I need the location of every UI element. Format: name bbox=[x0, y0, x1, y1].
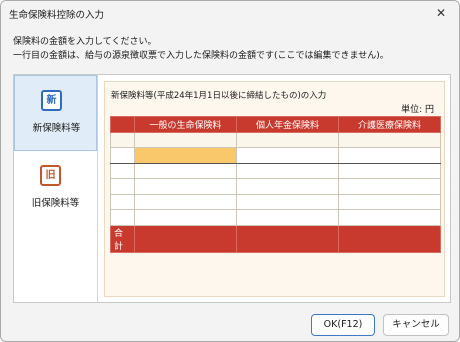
row-number-cell bbox=[110, 209, 135, 226]
table-cell[interactable] bbox=[236, 147, 339, 164]
input-panel: 新 新保険料等 旧 旧保険料等 新保険料等(平成24年1月1日以後に締結したもの… bbox=[13, 74, 451, 303]
row-number-cell bbox=[110, 147, 135, 164]
old-icon: 旧 bbox=[40, 165, 61, 186]
table-cell[interactable] bbox=[236, 178, 339, 195]
table-cell[interactable] bbox=[338, 209, 441, 226]
table-cell[interactable] bbox=[338, 162, 441, 179]
content-area: 新保険料等(平成24年1月1日以後に締結したもの)の入力 単位: 円 一般の生命… bbox=[104, 81, 445, 297]
row-number-cell bbox=[110, 162, 135, 179]
table-row[interactable] bbox=[110, 162, 441, 179]
table-row[interactable] bbox=[110, 209, 441, 226]
table-header-row: 一般の生命保険料 個人年金保険料 介護医療保険料 bbox=[110, 116, 441, 133]
table-cell bbox=[134, 131, 237, 148]
sidebar-item-old[interactable]: 旧 旧保険料等 bbox=[14, 151, 97, 227]
instructions: 保険料の金額を入力してください。 一行目の金額は、給与の源泉徴収票で入力した保険… bbox=[13, 35, 389, 63]
premium-table: 一般の生命保険料 個人年金保険料 介護医療保険料 合計 bbox=[110, 116, 441, 253]
table-header: 一般の生命保険料 bbox=[134, 116, 237, 133]
table-header: 個人年金保険料 bbox=[236, 116, 339, 133]
table-row[interactable] bbox=[110, 178, 441, 195]
instruction-line-1: 保険料の金額を入力してください。 bbox=[13, 37, 157, 47]
table-cell[interactable] bbox=[338, 178, 441, 195]
table-cell-active[interactable] bbox=[134, 147, 237, 164]
instruction-line-2: 一行目の金額は、給与の源泉徴収票で入力した保険料の金額です(ここでは編集できませ… bbox=[13, 51, 389, 61]
total-cell bbox=[338, 224, 441, 253]
unit-label: 単位: 円 bbox=[401, 105, 434, 115]
table-cell[interactable] bbox=[134, 209, 237, 226]
total-cell bbox=[236, 224, 339, 253]
table-cell bbox=[338, 131, 441, 148]
table-cell[interactable] bbox=[134, 178, 237, 195]
row-number-cell bbox=[110, 178, 135, 195]
table-cell[interactable] bbox=[338, 193, 441, 210]
table-cell[interactable] bbox=[236, 162, 339, 179]
table-header: 介護医療保険料 bbox=[338, 116, 441, 133]
row-number-cell bbox=[110, 193, 135, 210]
sidebar: 新 新保険料等 旧 旧保険料等 bbox=[14, 75, 98, 302]
ok-button[interactable]: OK(F12) bbox=[311, 314, 375, 336]
sidebar-item-label: 新保険料等 bbox=[32, 123, 81, 134]
table-cell[interactable] bbox=[134, 162, 237, 179]
table-cell[interactable] bbox=[236, 209, 339, 226]
total-row: 合計 bbox=[110, 224, 441, 253]
dialog-window: 生命保険料控除の入力 ✕ 保険料の金額を入力してください。 一行目の金額は、給与… bbox=[0, 0, 460, 342]
sidebar-item-new[interactable]: 新 新保険料等 bbox=[14, 75, 97, 151]
table-cell[interactable] bbox=[236, 193, 339, 210]
table-cell bbox=[236, 131, 339, 148]
row-number-cell bbox=[110, 131, 135, 148]
table-row[interactable] bbox=[110, 147, 441, 164]
content-title: 新保険料等(平成24年1月1日以後に締結したもの)の入力 bbox=[111, 91, 327, 101]
sidebar-item-label: 旧保険料等 bbox=[31, 198, 80, 209]
total-cell bbox=[134, 224, 237, 253]
title-bar: 生命保険料控除の入力 ✕ bbox=[1, 1, 459, 25]
table-header bbox=[110, 116, 135, 133]
close-icon[interactable]: ✕ bbox=[429, 4, 453, 22]
new-icon: 新 bbox=[41, 90, 62, 111]
table-row[interactable] bbox=[110, 193, 441, 210]
cancel-button[interactable]: キャンセル bbox=[383, 314, 449, 336]
total-label: 合計 bbox=[110, 224, 135, 253]
table-cell[interactable] bbox=[134, 193, 237, 210]
table-row bbox=[110, 131, 441, 148]
window-title: 生命保険料控除の入力 bbox=[9, 10, 105, 21]
table-cell[interactable] bbox=[338, 147, 441, 164]
